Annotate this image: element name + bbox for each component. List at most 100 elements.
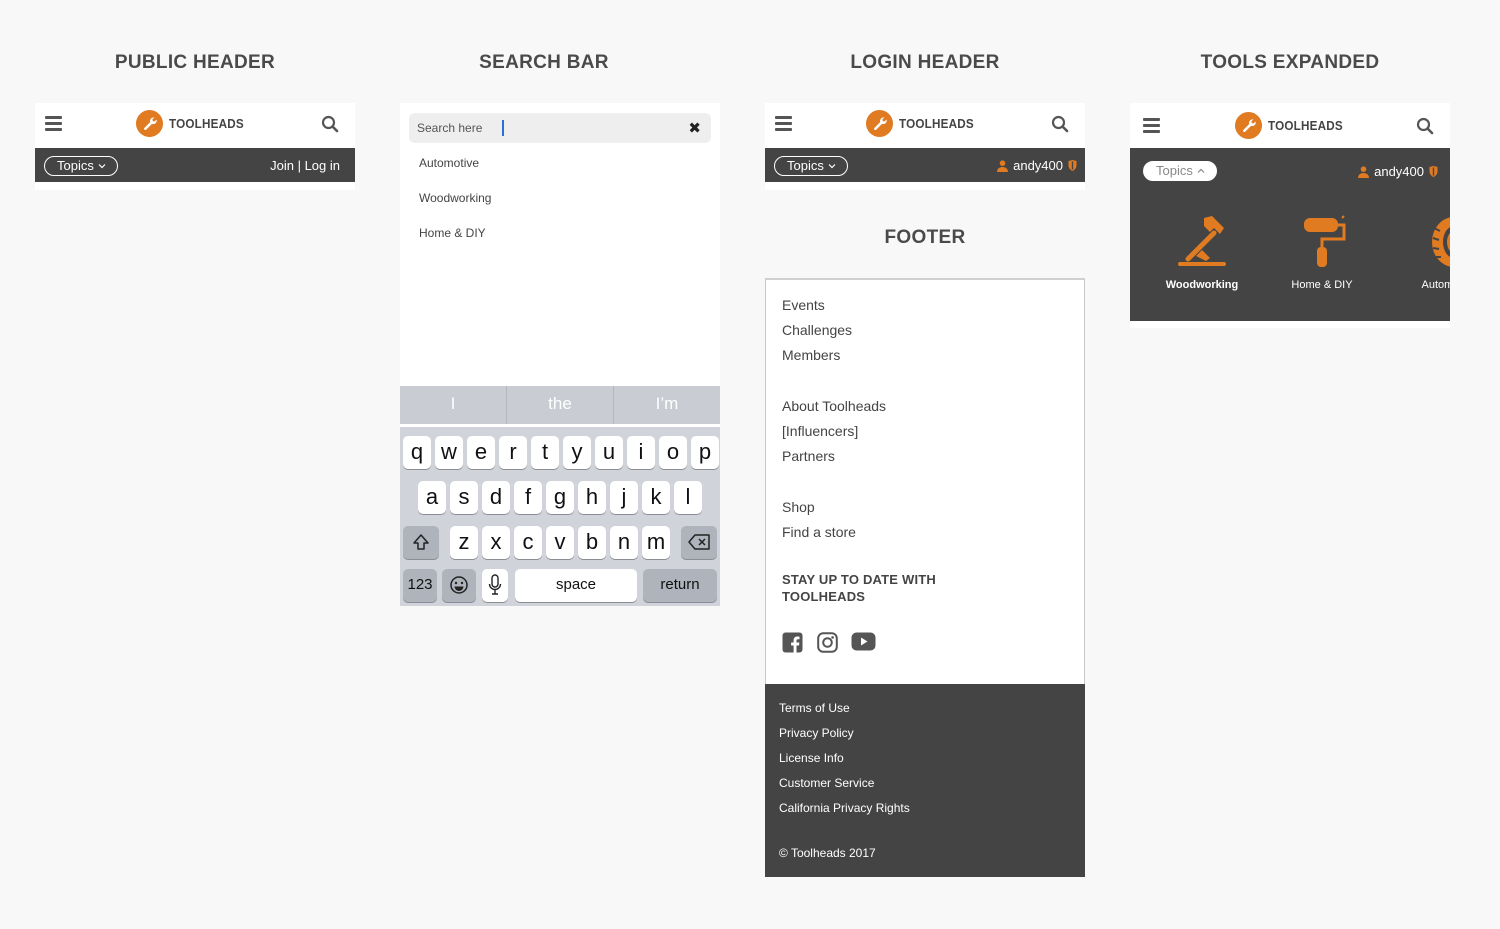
numbers-key[interactable]: 123 (403, 569, 437, 602)
logo[interactable]: TOOLHEADS (136, 110, 252, 137)
menu-icon[interactable] (45, 116, 62, 131)
keyboard-predictions: I the I’m (400, 386, 720, 424)
tire-icon (1432, 217, 1450, 267)
wrench-icon (1235, 112, 1262, 139)
chevron-down-icon (98, 164, 106, 169)
chevron-down-icon (828, 164, 836, 169)
key-g[interactable]: g (546, 481, 574, 514)
space-key[interactable]: space (515, 569, 637, 602)
key-v[interactable]: v (546, 526, 574, 559)
key-c[interactable]: c (514, 526, 542, 559)
key-o[interactable]: o (659, 436, 687, 469)
key-u[interactable]: u (595, 436, 623, 469)
prediction-3[interactable]: I’m (614, 386, 720, 424)
search-panel: Search here ✖ Automotive Woodworking Hom… (400, 103, 720, 606)
youtube-icon[interactable] (851, 632, 876, 656)
public-header: TOOLHEADS Topics Join | Log in (35, 103, 355, 190)
clear-search-icon[interactable]: ✖ (688, 119, 701, 137)
key-r[interactable]: r (499, 436, 527, 469)
shift-key[interactable] (403, 526, 439, 559)
wrench-icon (866, 110, 893, 137)
logo[interactable]: TOOLHEADS (1235, 112, 1351, 139)
key-p[interactable]: p (691, 436, 719, 469)
menu-icon[interactable] (775, 116, 792, 131)
prediction-1[interactable]: I (400, 386, 507, 424)
key-m[interactable]: m (642, 526, 670, 559)
key-x[interactable]: x (482, 526, 510, 559)
footer-link-about[interactable]: About Toolheads (782, 398, 886, 414)
key-n[interactable]: n (610, 526, 638, 559)
topics-button[interactable]: Topics (774, 156, 848, 176)
key-e[interactable]: e (467, 436, 495, 469)
footer-link-influencers[interactable]: [Influencers] (782, 423, 858, 439)
username: andy400 (1374, 164, 1424, 179)
key-d[interactable]: d (482, 481, 510, 514)
topics-button[interactable]: Topics (44, 156, 118, 176)
hammer-icon (1178, 216, 1226, 266)
suggestion-home-diy[interactable]: Home & DIY (419, 226, 486, 240)
footer-links-panel: Events Challenges Members About Toolhead… (765, 278, 1085, 684)
suggestion-automotive[interactable]: Automotive (419, 156, 479, 170)
topics-label: Topics (787, 158, 824, 173)
footer-link-terms[interactable]: Terms of Use (779, 701, 850, 715)
footer-link-events[interactable]: Events (782, 297, 825, 313)
footer-link-members[interactable]: Members (782, 347, 840, 363)
search-input[interactable]: Search here ✖ (409, 113, 711, 143)
key-a[interactable]: a (418, 481, 446, 514)
section-title-public-header: PUBLIC HEADER (114, 52, 276, 73)
key-t[interactable]: t (531, 436, 559, 469)
key-z[interactable]: z (450, 526, 478, 559)
user-menu[interactable]: andy400 (997, 158, 1077, 173)
footer-link-challenges[interactable]: Challenges (782, 322, 852, 338)
footer-link-privacy[interactable]: Privacy Policy (779, 726, 854, 740)
return-key[interactable]: return (643, 569, 717, 602)
footer-link-customer-service[interactable]: Customer Service (779, 776, 874, 790)
key-b[interactable]: b (578, 526, 606, 559)
menu-icon[interactable] (1143, 118, 1160, 133)
instagram-icon[interactable] (817, 632, 838, 658)
copyright: © Toolheads 2017 (779, 846, 876, 860)
backspace-icon (688, 534, 710, 550)
footer-link-find-store[interactable]: Find a store (782, 524, 856, 540)
footer-link-california-privacy[interactable]: California Privacy Rights (779, 801, 910, 815)
login-header: TOOLHEADS Topics andy400 (765, 103, 1085, 190)
footer-link-shop[interactable]: Shop (782, 499, 815, 515)
user-menu[interactable]: andy400 (1358, 164, 1438, 179)
backspace-key[interactable] (681, 526, 717, 559)
key-h[interactable]: h (578, 481, 606, 514)
key-l[interactable]: l (674, 481, 702, 514)
search-icon[interactable] (1416, 117, 1434, 140)
key-k[interactable]: k (642, 481, 670, 514)
footer-link-partners[interactable]: Partners (782, 448, 835, 464)
topics-label: Topics (1156, 163, 1193, 178)
footer-link-license[interactable]: License Info (779, 751, 844, 765)
topics-button[interactable]: Topics (1143, 161, 1217, 181)
topics-dropdown: Topics andy400 Woodworking Home & DIY Au… (1130, 148, 1450, 321)
key-i[interactable]: i (627, 436, 655, 469)
onscreen-keyboard: q w e r t y u i o p a s d f g h j k l z … (400, 427, 720, 606)
suggestion-woodworking[interactable]: Woodworking (419, 191, 491, 205)
key-w[interactable]: w (435, 436, 463, 469)
key-y[interactable]: y (563, 436, 591, 469)
tool-tile-woodworking[interactable] (1152, 214, 1252, 275)
tool-tile-home-diy[interactable] (1272, 214, 1372, 275)
search-icon[interactable] (1051, 115, 1069, 138)
facebook-icon[interactable] (782, 632, 803, 658)
logo[interactable]: TOOLHEADS (866, 110, 982, 137)
tool-label-home-diy: Home & DIY (1291, 279, 1353, 291)
section-title-login-header: LOGIN HEADER (850, 52, 1000, 73)
join-login-link[interactable]: Join | Log in (270, 158, 340, 173)
key-f[interactable]: f (514, 481, 542, 514)
logo-text: TOOLHEADS (899, 116, 974, 131)
header-topbar: TOOLHEADS (1130, 103, 1450, 148)
microphone-key[interactable] (482, 569, 508, 602)
key-s[interactable]: s (450, 481, 478, 514)
search-icon[interactable] (321, 115, 339, 138)
key-q[interactable]: q (403, 436, 431, 469)
key-j[interactable]: j (610, 481, 638, 514)
prediction-2[interactable]: the (507, 386, 614, 424)
emoji-key[interactable] (442, 569, 476, 602)
header-navbar: Topics andy400 (765, 148, 1085, 182)
tool-tile-automotive[interactable] (1392, 214, 1450, 275)
section-title-search-bar: SEARCH BAR (479, 52, 609, 73)
